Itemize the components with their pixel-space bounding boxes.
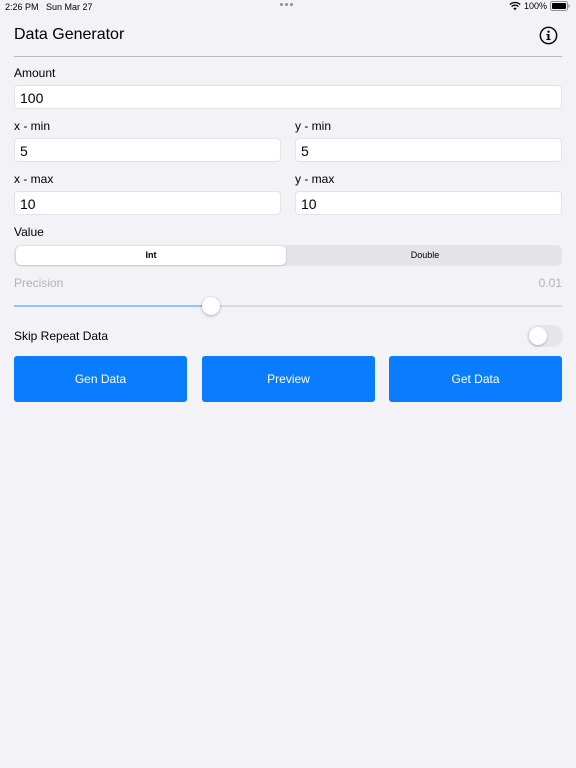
skip-repeat-toggle[interactable] <box>527 325 563 347</box>
x-min-field[interactable]: 5 <box>14 138 281 162</box>
toggle-knob <box>529 327 547 345</box>
page-title: Data Generator <box>14 26 125 43</box>
precision-slider-thumb[interactable] <box>202 297 221 315</box>
x-max-label: x - max <box>14 172 54 186</box>
status-date: Sun Mar 27 <box>46 2 93 12</box>
precision-label: Precision <box>14 276 64 290</box>
info-circle-icon[interactable] <box>539 26 558 45</box>
y-min-field[interactable]: 5 <box>295 138 562 162</box>
get-data-button[interactable]: Get Data <box>389 356 562 402</box>
value-label: Value <box>14 225 44 239</box>
precision-slider-fill <box>14 305 212 307</box>
y-max-label: y - max <box>295 172 335 186</box>
preview-button[interactable]: Preview <box>202 356 375 402</box>
precision-value: 0.01 <box>538 276 562 290</box>
battery-icon <box>550 1 570 11</box>
y-max-field[interactable]: 10 <box>295 191 562 215</box>
amount-field[interactable]: 100 <box>14 85 562 109</box>
skip-repeat-label: Skip Repeat Data <box>14 329 109 343</box>
status-right: 100% <box>509 1 570 11</box>
x-min-label: x - min <box>14 119 50 133</box>
amount-label: Amount <box>14 66 56 80</box>
x-max-field[interactable]: 10 <box>14 191 281 215</box>
nav-divider <box>14 56 562 57</box>
value-segmented-control: Int Double <box>14 245 562 266</box>
status-time: 2:26 PM <box>5 2 39 12</box>
wifi-icon <box>509 1 521 11</box>
y-min-label: y - min <box>295 119 331 133</box>
precision-slider-track[interactable] <box>14 305 562 307</box>
segment-int[interactable]: Int <box>16 246 286 265</box>
segment-double[interactable]: Double <box>290 246 560 265</box>
battery-percent: 100% <box>523 1 547 11</box>
gen-data-button[interactable]: Gen Data <box>14 356 187 402</box>
multitasking-dots-icon[interactable] <box>280 3 293 6</box>
status-bar: 2:26 PM Sun Mar 27 100% <box>0 0 576 14</box>
